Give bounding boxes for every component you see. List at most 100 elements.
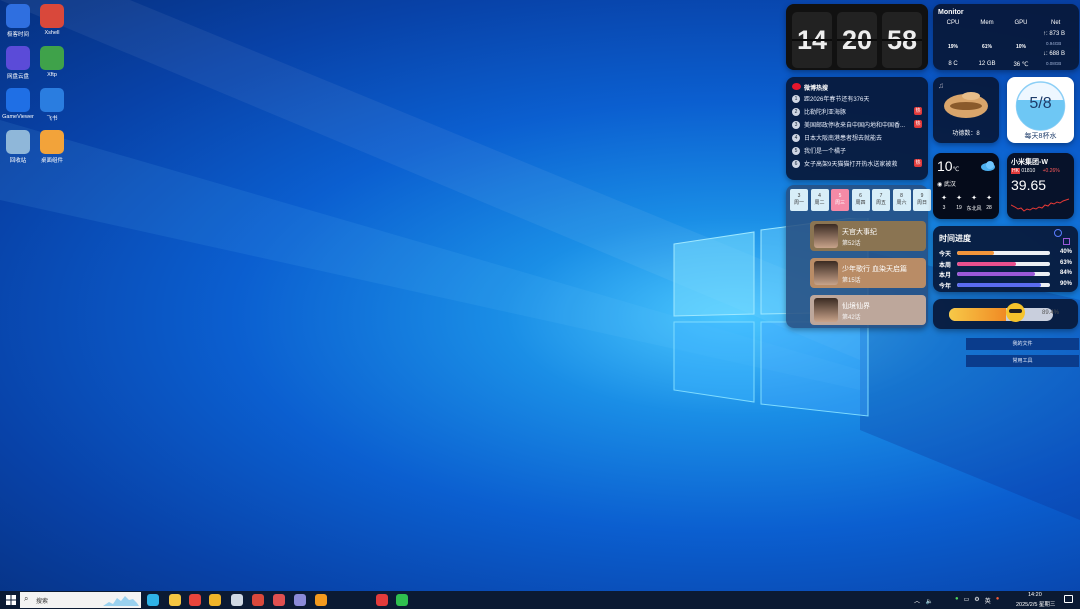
time-progress-widget: 时间进度 今天 40% 本周 63% 本月 84% 今年 90% (933, 226, 1078, 292)
taskbar-search[interactable]: ⌕ 搜索 (20, 592, 141, 608)
dots-app-icon[interactable] (273, 594, 285, 606)
progress-label: 今年 (939, 283, 952, 290)
taskbar-time[interactable]: 14:20 (1028, 592, 1042, 598)
desktop-icon[interactable]: 回收站 (0, 130, 36, 164)
file-explorer-icon[interactable] (169, 594, 181, 606)
chrome-dev-icon[interactable] (209, 594, 221, 606)
calendar-day[interactable]: 4 周二 (810, 189, 829, 211)
weibo-icon (792, 83, 801, 90)
water-tracker-widget[interactable]: 5/8 每天8杯水 (1007, 77, 1074, 143)
my-files-button[interactable]: 我的文件 (966, 338, 1079, 350)
anime-cover-image (814, 224, 838, 248)
progress-row: 今天 40% (939, 249, 1072, 258)
taskbar-date[interactable]: 2025/2/5 星期三 (1016, 600, 1055, 608)
calendar-day[interactable]: 5 周三 (831, 189, 849, 211)
cloud-drive-icon (6, 46, 30, 70)
volume-icon[interactable]: 🔈 (926, 599, 933, 605)
news-item[interactable]: 5 我们是一个橘子 (792, 146, 846, 155)
wechat-tray-icon[interactable]: ● (955, 596, 959, 605)
day-number: 8 (900, 193, 903, 199)
day-weekday: 周一 (793, 200, 804, 206)
red-app-icon[interactable] (252, 594, 264, 606)
anime-card[interactable]: 天官大事纪 第52话 (810, 221, 926, 251)
start-icon[interactable] (5, 594, 17, 606)
image-app-icon[interactable] (294, 594, 306, 606)
hot-badge: 热 (914, 120, 922, 128)
monitor-bottom: 8 C (948, 61, 958, 67)
battery-widget: 89.4% (933, 299, 1078, 329)
calendar-day[interactable]: 8 周六 (892, 189, 911, 211)
news-text: 比勒陀利亚海豚 (804, 110, 847, 116)
desktop-icon[interactable]: 极客时间 (0, 4, 36, 38)
ime-indicator[interactable]: 英 (985, 596, 991, 605)
news-item[interactable]: 2 比勒陀利亚海豚 (792, 107, 846, 116)
orange-app-icon[interactable] (315, 594, 327, 606)
edge-icon[interactable] (147, 594, 159, 606)
monitor-pct: 61% (981, 44, 992, 50)
net-down: ↓: 688 B (1043, 51, 1066, 57)
calendar-day[interactable]: 9 周日 (913, 189, 931, 211)
building-icon: ✦ (971, 195, 977, 202)
common-tools-button[interactable]: 常用工具 (966, 355, 1079, 367)
monitor-bottom: 12 GB (978, 61, 996, 67)
news-item[interactable]: 1 距2026年春节还有376天 (792, 94, 869, 103)
anime-episode: 第15话 (842, 278, 861, 284)
anime-card[interactable]: 仙境仙界 第42话 (810, 295, 926, 325)
progress-fill (957, 251, 995, 255)
progress-pct: 40% (1059, 249, 1072, 255)
search-icon: ⌕ (24, 594, 29, 603)
calendar-day[interactable]: 6 周四 (851, 189, 870, 211)
weibo-hot-search-widget: 微博热搜 1 距2026年春节还有376天 2 比勒陀利亚海豚热 3 美国邮政停收来自中国… (786, 77, 928, 180)
flip-clock-widget: 14 20 58 (786, 4, 928, 70)
news-item[interactable]: 4 日本大阪南港患者想去就能去 (792, 133, 882, 142)
monitor-title: Monitor (938, 9, 964, 16)
app-tray-icon[interactable]: ● (996, 596, 1000, 605)
stock-price: 39.65 (1011, 177, 1047, 193)
news-item[interactable]: 3 美国邮政停收来自中国内地和中国香... (792, 120, 905, 129)
clock-minutes: 20 (837, 12, 877, 68)
calendar-day[interactable]: 7 周五 (872, 189, 890, 211)
stock-sparkline (1011, 198, 1070, 212)
wechat-icon[interactable] (396, 594, 408, 606)
anime-card[interactable]: 少年歌行 血染天启篇 第15话 (810, 258, 926, 288)
news-text: 我们是一个橘子 (804, 149, 847, 155)
monitor-pct: 19% (947, 44, 958, 50)
progress-pct: 90% (1059, 280, 1072, 287)
monitor-tray-icon[interactable]: ▭ (964, 596, 970, 605)
desktop-icon[interactable]: 飞书 (34, 88, 70, 122)
notification-icon[interactable] (1064, 595, 1073, 603)
app-icon (6, 4, 30, 28)
desktop-icon[interactable]: GameViewer (0, 88, 36, 120)
desktop-icon-label: 网盘云盘 (6, 74, 29, 80)
bug-icon: ✦ (986, 195, 992, 202)
news-item[interactable]: 6 女子高架9天猫猫打开热水送家被救 (792, 159, 897, 168)
desktop-icon[interactable]: 桌面组件 (34, 130, 70, 164)
gameviewer-icon (6, 88, 30, 112)
net-down-total: 0.08GB (1046, 61, 1062, 66)
calendar-day[interactable]: 3 周一 (790, 189, 808, 211)
desktop-icon[interactable]: Xshell (34, 4, 70, 36)
turbine-icon: ✦ (956, 195, 962, 202)
desktop-icon[interactable]: 网盘云盘 (0, 46, 36, 80)
wooden-fish-widget[interactable]: ♫ 功德数：8 (933, 77, 999, 143)
desktop-icon-label: 飞书 (46, 116, 58, 122)
progress-pct: 84% (1059, 270, 1072, 276)
weather-city: 武汉 (943, 182, 956, 188)
chrome-icon[interactable] (189, 594, 201, 606)
search-highlight-image (103, 596, 139, 606)
news-text: 美国邮政停收来自中国内地和中国香... (804, 123, 906, 129)
wps-icon[interactable] (376, 594, 388, 606)
tray-chevron-icon[interactable]: ︿ (914, 599, 920, 605)
day-weekday: 周五 (875, 200, 886, 206)
progress-bar (957, 272, 1050, 276)
desktop-icon[interactable]: Xftp (34, 46, 70, 78)
news-rank: 3 (792, 120, 800, 129)
monitor-app-icon[interactable] (231, 594, 243, 606)
day-number: 4 (818, 193, 821, 199)
network-tray-icon[interactable]: ⚙ (974, 596, 979, 605)
stock-code: 01810 (1021, 168, 1036, 174)
net-up: ↑: 873 B (1043, 31, 1066, 37)
anime-title: 天官大事纪 (842, 229, 877, 236)
hot-badge: 热 (914, 107, 922, 115)
news-rank: 6 (792, 159, 800, 168)
